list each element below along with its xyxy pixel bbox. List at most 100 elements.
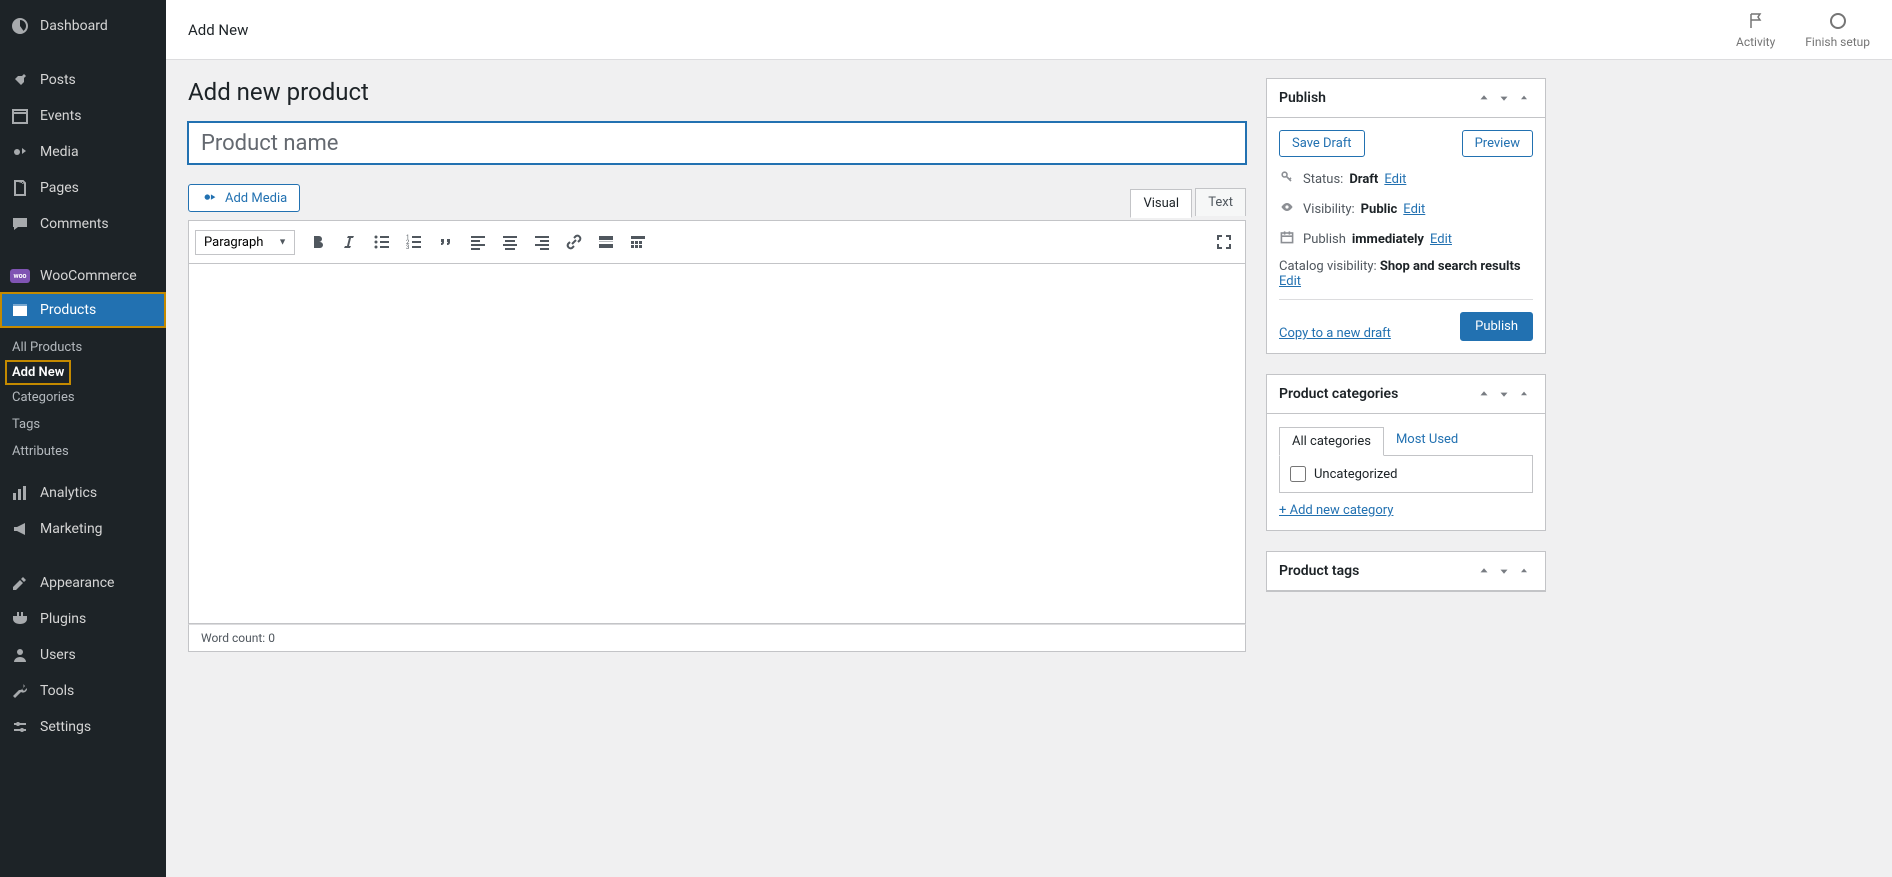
product-icon — [10, 300, 30, 320]
plugins-icon — [10, 609, 30, 629]
svg-text:3: 3 — [406, 244, 409, 251]
media-icon — [10, 142, 30, 162]
settings-icon — [10, 717, 30, 737]
main-area: Add New Activity Finish setup Add new pr… — [166, 0, 1892, 877]
sidebar-item-woocommerce[interactable]: woo WooCommerce — [0, 260, 166, 292]
sidebar-item-marketing[interactable]: Marketing — [0, 511, 166, 547]
tags-metabox: Product tags — [1266, 551, 1546, 592]
align-center-button[interactable] — [495, 227, 525, 257]
toggle-panel-button[interactable] — [1515, 89, 1533, 107]
sidebar-item-dashboard[interactable]: Dashboard — [0, 8, 166, 44]
sidebar-label: Settings — [40, 719, 91, 735]
category-item-uncategorized[interactable]: Uncategorized — [1290, 466, 1522, 482]
tags-title: Product tags — [1279, 563, 1359, 579]
publish-button[interactable]: Publish — [1460, 312, 1533, 341]
move-down-button[interactable] — [1495, 385, 1513, 403]
sidebar-label: Posts — [40, 72, 76, 88]
sidebar-label: Pages — [40, 180, 79, 196]
sidebar-label: Appearance — [40, 575, 114, 591]
submenu-tags[interactable]: Tags — [0, 411, 166, 438]
tab-visual[interactable]: Visual — [1130, 189, 1192, 218]
move-up-button[interactable] — [1475, 562, 1493, 580]
page-icon — [10, 178, 30, 198]
sidebar-label: Users — [40, 647, 76, 663]
toggle-panel-button[interactable] — [1515, 385, 1533, 403]
submenu-attributes[interactable]: Attributes — [0, 438, 166, 465]
fullscreen-button[interactable] — [1209, 227, 1239, 257]
finish-setup-button[interactable]: Finish setup — [1805, 11, 1870, 49]
copy-draft-link[interactable]: Copy to a new draft — [1279, 326, 1391, 341]
edit-status-link[interactable]: Edit — [1384, 172, 1406, 187]
editor-content[interactable] — [188, 264, 1246, 624]
submenu-categories[interactable]: Categories — [0, 384, 166, 411]
move-down-button[interactable] — [1495, 562, 1513, 580]
category-checkbox[interactable] — [1290, 466, 1306, 482]
add-media-button[interactable]: Add Media — [188, 184, 300, 212]
page-title: Add new product — [188, 78, 1246, 106]
activity-button[interactable]: Activity — [1736, 11, 1775, 49]
sidebar-item-media[interactable]: Media — [0, 134, 166, 170]
editor-tabs: Visual Text — [1130, 188, 1246, 217]
sidebar-item-products[interactable]: Products — [0, 292, 166, 328]
move-down-button[interactable] — [1495, 89, 1513, 107]
tab-text[interactable]: Text — [1195, 188, 1246, 216]
sidebar-item-users[interactable]: Users — [0, 637, 166, 673]
save-draft-button[interactable]: Save Draft — [1279, 130, 1365, 157]
sidebar-item-settings[interactable]: Settings — [0, 709, 166, 745]
sidebar-label: Plugins — [40, 611, 86, 627]
align-left-button[interactable] — [463, 227, 493, 257]
add-media-label: Add Media — [225, 191, 287, 206]
word-count-label: Word count: — [201, 631, 265, 645]
toolbar-toggle-button[interactable] — [623, 227, 653, 257]
products-submenu: All Products Add New Categories Tags Att… — [0, 328, 166, 475]
calendar-icon — [10, 106, 30, 126]
link-button[interactable] — [559, 227, 589, 257]
eye-icon — [1279, 199, 1297, 219]
bullet-list-button[interactable] — [367, 227, 397, 257]
media-icon — [201, 189, 219, 207]
edit-date-link[interactable]: Edit — [1430, 232, 1452, 247]
woo-icon: woo — [10, 269, 30, 283]
publish-metabox: Publish Save Draft Preview Status: — [1266, 78, 1546, 354]
pin-icon — [10, 70, 30, 90]
topbar-title: Add New — [188, 21, 248, 39]
submenu-all-products[interactable]: All Products — [0, 334, 166, 361]
blockquote-button[interactable] — [431, 227, 461, 257]
edit-catalog-link[interactable]: Edit — [1279, 274, 1301, 289]
catalog-value: Shop and search results — [1380, 259, 1521, 274]
format-select[interactable]: Paragraph — [195, 230, 295, 255]
catalog-label: Catalog visibility: — [1279, 259, 1377, 274]
circle-icon — [1805, 11, 1870, 33]
move-up-button[interactable] — [1475, 385, 1493, 403]
tools-icon — [10, 681, 30, 701]
product-name-input[interactable] — [188, 122, 1246, 164]
add-new-category-link[interactable]: + Add new category — [1279, 503, 1393, 518]
edit-visibility-link[interactable]: Edit — [1403, 202, 1425, 217]
sidebar-item-tools[interactable]: Tools — [0, 673, 166, 709]
sidebar-item-appearance[interactable]: Appearance — [0, 565, 166, 601]
topbar: Add New Activity Finish setup — [166, 0, 1892, 60]
sidebar-item-comments[interactable]: Comments — [0, 206, 166, 242]
numbered-list-button[interactable]: 123 — [399, 227, 429, 257]
readmore-button[interactable] — [591, 227, 621, 257]
dashboard-icon — [10, 16, 30, 36]
sidebar-label: Events — [40, 108, 81, 124]
sidebar-item-posts[interactable]: Posts — [0, 62, 166, 98]
align-right-button[interactable] — [527, 227, 557, 257]
move-up-button[interactable] — [1475, 89, 1493, 107]
toggle-panel-button[interactable] — [1515, 562, 1533, 580]
tab-most-used[interactable]: Most Used — [1384, 426, 1470, 455]
tab-all-categories[interactable]: All categories — [1279, 427, 1384, 456]
sidebar-item-plugins[interactable]: Plugins — [0, 601, 166, 637]
word-count-value: 0 — [268, 631, 275, 645]
sidebar-item-analytics[interactable]: Analytics — [0, 475, 166, 511]
bold-button[interactable] — [303, 227, 333, 257]
visibility-label: Visibility: — [1303, 202, 1355, 217]
publish-date-label: Publish — [1303, 232, 1346, 247]
sidebar-label: Comments — [40, 216, 109, 232]
italic-button[interactable] — [335, 227, 365, 257]
submenu-add-new[interactable]: Add New — [6, 361, 70, 384]
sidebar-item-events[interactable]: Events — [0, 98, 166, 134]
preview-button[interactable]: Preview — [1462, 130, 1533, 157]
sidebar-item-pages[interactable]: Pages — [0, 170, 166, 206]
